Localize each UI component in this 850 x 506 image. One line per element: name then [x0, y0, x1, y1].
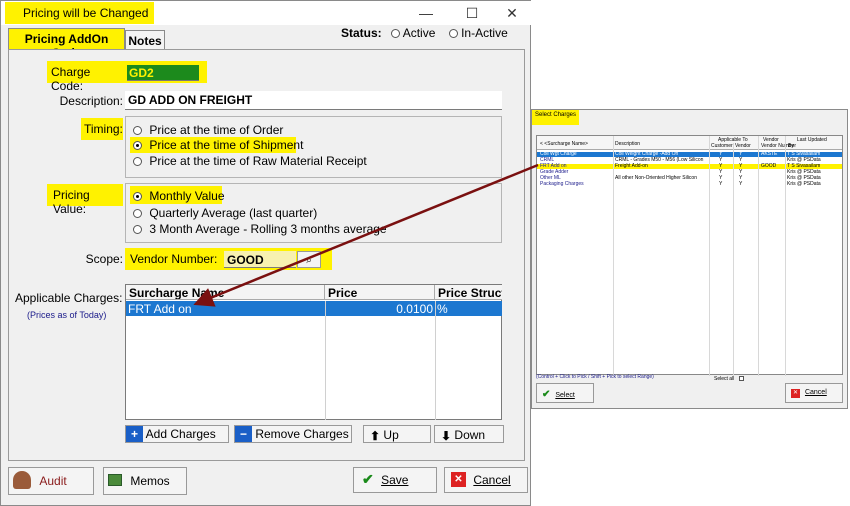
annotation-arrow — [193, 163, 539, 307]
